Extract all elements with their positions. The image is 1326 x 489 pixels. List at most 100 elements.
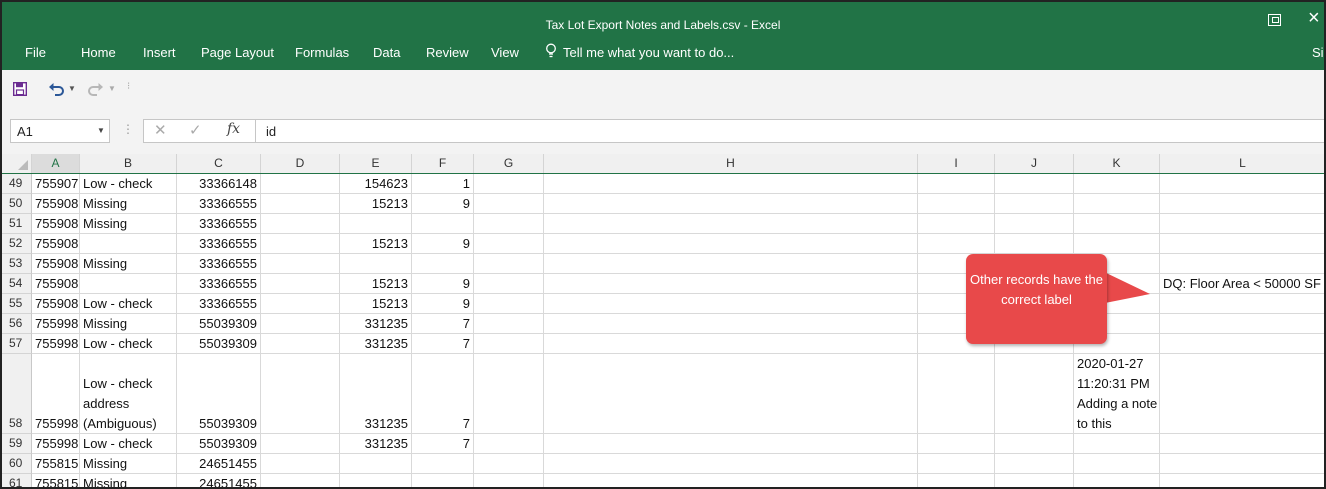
- cell-h[interactable]: [544, 214, 918, 234]
- column-header-b[interactable]: B: [80, 154, 177, 173]
- cell-b[interactable]: Missing: [80, 194, 177, 214]
- cell-c[interactable]: 55039309: [177, 434, 261, 454]
- cell-e[interactable]: 331235: [340, 314, 412, 334]
- undo-dropdown-icon[interactable]: ▼: [68, 84, 76, 93]
- cell-i[interactable]: [918, 234, 995, 254]
- cell-k[interactable]: [1074, 174, 1160, 194]
- cell-l[interactable]: [1160, 194, 1324, 214]
- cell-d[interactable]: [261, 434, 340, 454]
- cell-a[interactable]: 755998: [32, 434, 80, 454]
- cell-k[interactable]: [1074, 454, 1160, 474]
- undo-icon[interactable]: [48, 82, 64, 96]
- cell-g[interactable]: [474, 454, 544, 474]
- cell-l[interactable]: DQ: Floor Area < 50000 SF: [1160, 274, 1324, 294]
- cell-g[interactable]: [474, 354, 544, 434]
- cell-i[interactable]: [918, 194, 995, 214]
- tab-home[interactable]: Home: [81, 45, 116, 60]
- row-header[interactable]: 61: [2, 474, 32, 487]
- cell-c[interactable]: 33366555: [177, 234, 261, 254]
- cell-d[interactable]: [261, 174, 340, 194]
- tab-insert[interactable]: Insert: [143, 45, 176, 60]
- cell-b[interactable]: Missing: [80, 454, 177, 474]
- select-all-button[interactable]: [2, 154, 32, 173]
- cell-d[interactable]: [261, 254, 340, 274]
- cell-b[interactable]: Missing: [80, 214, 177, 234]
- cell-e[interactable]: 15213: [340, 274, 412, 294]
- cell-i[interactable]: [918, 434, 995, 454]
- cell-g[interactable]: [474, 174, 544, 194]
- cell-h[interactable]: [544, 354, 918, 434]
- row-header[interactable]: 50: [2, 194, 32, 214]
- row-header[interactable]: 60: [2, 454, 32, 474]
- row-header[interactable]: 49: [2, 174, 32, 194]
- cell-f[interactable]: 9: [412, 234, 474, 254]
- cell-d[interactable]: [261, 334, 340, 354]
- cell-c[interactable]: 55039309: [177, 354, 261, 434]
- cell-l[interactable]: [1160, 314, 1324, 334]
- cell-c[interactable]: 24651455: [177, 474, 261, 487]
- column-header-l[interactable]: L: [1160, 154, 1324, 173]
- cell-d[interactable]: [261, 354, 340, 434]
- cell-l[interactable]: [1160, 234, 1324, 254]
- cell-l[interactable]: [1160, 294, 1324, 314]
- cell-a[interactable]: 755908: [32, 274, 80, 294]
- tab-review[interactable]: Review: [426, 45, 469, 60]
- cell-b[interactable]: Low - check: [80, 174, 177, 194]
- cell-b[interactable]: Missing: [80, 314, 177, 334]
- row-header[interactable]: 54: [2, 274, 32, 294]
- cell-g[interactable]: [474, 314, 544, 334]
- cell-g[interactable]: [474, 334, 544, 354]
- cell-e[interactable]: 331235: [340, 354, 412, 434]
- cell-j[interactable]: [995, 194, 1074, 214]
- cell-b[interactable]: [80, 234, 177, 254]
- cell-i[interactable]: [918, 174, 995, 194]
- save-icon[interactable]: [13, 82, 27, 96]
- cell-b[interactable]: [80, 274, 177, 294]
- cell-h[interactable]: [544, 274, 918, 294]
- column-header-a[interactable]: A: [32, 154, 80, 173]
- cell-f[interactable]: [412, 214, 474, 234]
- cell-d[interactable]: [261, 274, 340, 294]
- cell-l[interactable]: [1160, 174, 1324, 194]
- row-header[interactable]: 52: [2, 234, 32, 254]
- cell-g[interactable]: [474, 294, 544, 314]
- name-box[interactable]: A1 ▼: [10, 119, 110, 143]
- cell-f[interactable]: [412, 454, 474, 474]
- cell-a[interactable]: 755908: [32, 214, 80, 234]
- tab-page-layout[interactable]: Page Layout: [201, 45, 274, 60]
- cell-k[interactable]: 2020-01-27 11:20:31 PM Adding a note to …: [1074, 354, 1160, 434]
- cell-a[interactable]: 755998: [32, 314, 80, 334]
- cell-c[interactable]: 55039309: [177, 334, 261, 354]
- cell-l[interactable]: [1160, 454, 1324, 474]
- cell-c[interactable]: 33366555: [177, 214, 261, 234]
- column-header-d[interactable]: D: [261, 154, 340, 173]
- cell-d[interactable]: [261, 294, 340, 314]
- cell-f[interactable]: [412, 474, 474, 487]
- cell-a[interactable]: 755998: [32, 354, 80, 434]
- cell-l[interactable]: [1160, 474, 1324, 487]
- customize-toolbar-icon[interactable]: ⁝: [127, 81, 130, 92]
- redo-dropdown-icon[interactable]: ▼: [108, 84, 116, 93]
- cell-l[interactable]: [1160, 354, 1324, 434]
- cell-k[interactable]: [1074, 214, 1160, 234]
- formula-bar-splitter[interactable]: ⋮: [122, 122, 134, 136]
- cell-k[interactable]: [1074, 434, 1160, 454]
- formula-input[interactable]: id: [255, 119, 1324, 143]
- cell-d[interactable]: [261, 214, 340, 234]
- cell-d[interactable]: [261, 454, 340, 474]
- row-header[interactable]: 53: [2, 254, 32, 274]
- column-header-g[interactable]: G: [474, 154, 544, 173]
- cell-b[interactable]: Low - check: [80, 294, 177, 314]
- fx-icon[interactable]: fx: [227, 121, 240, 137]
- cell-a[interactable]: 755815: [32, 454, 80, 474]
- cell-c[interactable]: 33366555: [177, 274, 261, 294]
- column-header-c[interactable]: C: [177, 154, 261, 173]
- cell-e[interactable]: [340, 454, 412, 474]
- cell-g[interactable]: [474, 474, 544, 487]
- cell-a[interactable]: 755908: [32, 254, 80, 274]
- row-header[interactable]: 57: [2, 334, 32, 354]
- cell-e[interactable]: 15213: [340, 294, 412, 314]
- cell-l[interactable]: [1160, 214, 1324, 234]
- tab-file[interactable]: File: [25, 45, 46, 60]
- cell-c[interactable]: 33366555: [177, 194, 261, 214]
